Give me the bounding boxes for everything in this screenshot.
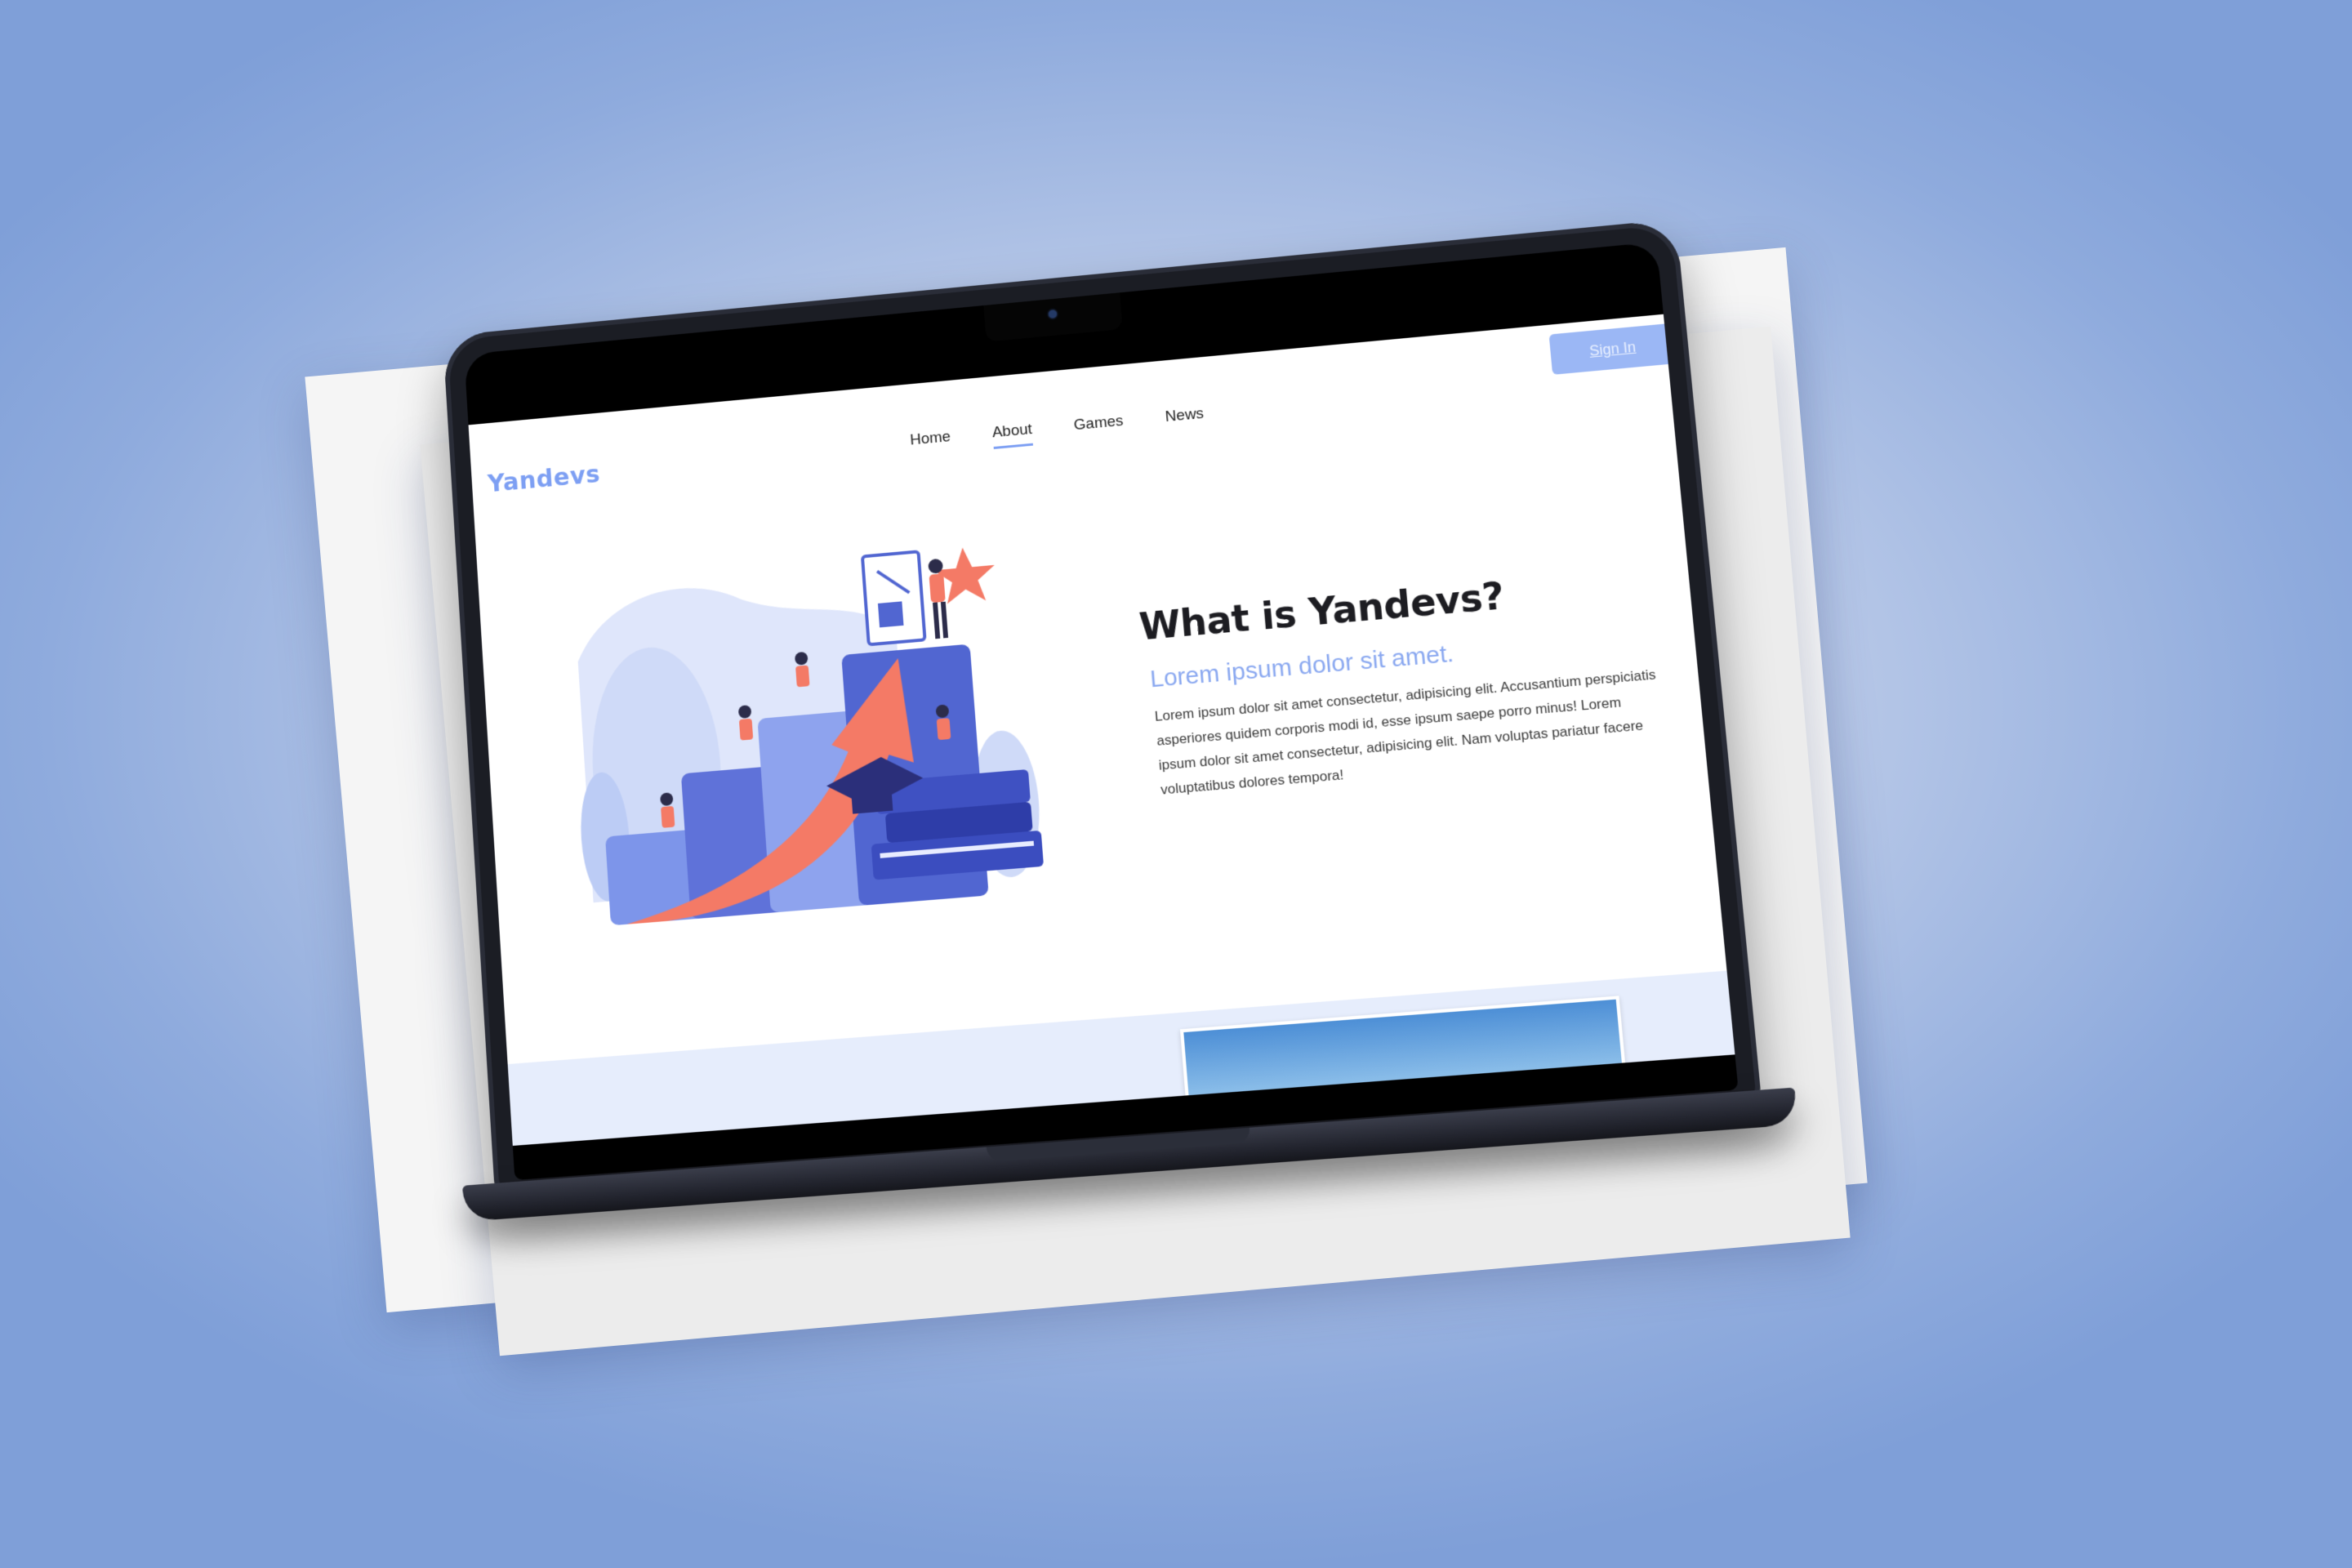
nav-games[interactable]: Games (1073, 412, 1125, 442)
nav-home[interactable]: Home (910, 428, 952, 457)
sign-in-button[interactable]: Sign In (1548, 323, 1677, 375)
camera-notch (983, 292, 1123, 342)
site-logo[interactable]: Yandevs (487, 461, 601, 498)
nav-news[interactable]: News (1165, 405, 1205, 434)
hero-section: What is Yandevs? Lorem ipsum dolor sit a… (474, 403, 1726, 1064)
laptop-bezel: Yandevs Home About Games News Sign In Wh… (464, 242, 1739, 1181)
website-screen: Yandevs Home About Games News Sign In Wh… (468, 314, 1735, 1146)
background-scene: Yandevs Home About Games News Sign In Wh… (0, 0, 2352, 1568)
laptop-lid: Yandevs Home About Games News Sign In Wh… (442, 219, 1762, 1200)
hero-copy: What is Yandevs? Lorem ipsum dolor sit a… (1138, 561, 1666, 804)
nav-about[interactable]: About (991, 421, 1034, 450)
growth-arrow-illustration (573, 545, 1045, 926)
camera-icon (1048, 310, 1058, 318)
laptop-mockup: Yandevs Home About Games News Sign In Wh… (442, 219, 1798, 1257)
